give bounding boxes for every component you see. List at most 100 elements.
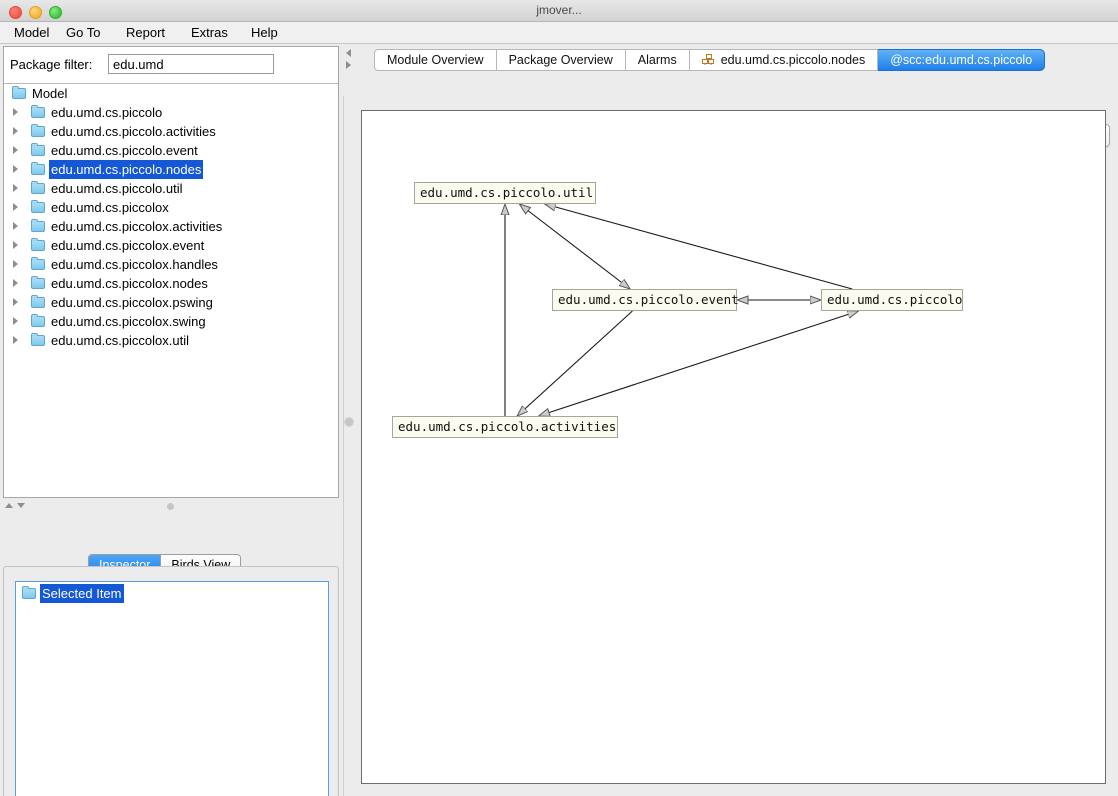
menu-report[interactable]: Report [120,22,171,44]
folder-icon [31,124,45,137]
inspector-content[interactable]: Selected Item [15,581,329,796]
expand-triangle-icon[interactable] [13,165,18,173]
tree-item-label: edu.umd.cs.piccolox.pswing [51,295,213,310]
graph-node-label: edu.umd.cs.piccolo.activities [398,419,617,434]
splitter-grip-icon[interactable] [167,503,174,510]
folder-icon [31,105,45,118]
splitter-collapse-left-icon[interactable] [346,49,351,57]
tree-row[interactable]: edu.umd.cs.piccolox.activities [4,217,338,236]
tab-label: Module Overview [387,52,484,67]
folder-icon [31,143,45,156]
tree-item-label: edu.umd.cs.piccolox.util [51,333,190,348]
graph-node[interactable]: edu.umd.cs.piccolo.activities [392,416,618,438]
splitter-collapse-down-icon[interactable] [17,503,25,508]
folder-icon [31,200,45,213]
tab-4[interactable]: @scc:edu.umd.cs.piccolo [878,49,1046,71]
tab-label: Alarms [637,52,677,67]
tree-item-label: edu.umd.cs.piccolo.util [51,181,183,196]
graph-toolbar: Scale: 100% [360,82,1118,147]
menu-go-to[interactable]: Go To [60,22,106,44]
splitter-grip-icon[interactable] [344,417,354,427]
menu-bar: Model Go To Report Extras Help [0,22,1118,44]
tree-item-label: edu.umd.cs.piccolo.activities [51,124,216,139]
tree-item-label: edu.umd.cs.piccolox.handles [51,257,218,272]
expand-triangle-icon[interactable] [13,127,18,135]
dependency-graph [362,111,1106,784]
folder-icon [22,586,36,599]
folder-icon [31,295,45,308]
graph-node-label: edu.umd.cs.piccolo.util [420,185,594,200]
tree-row[interactable]: edu.umd.cs.piccolo.nodes [4,160,338,179]
inspector-selected-row[interactable]: Selected Item [16,584,328,603]
tree-item-label: edu.umd.cs.piccolox [51,200,169,215]
tree-row[interactable]: edu.umd.cs.piccolo.util [4,179,338,198]
tree-item-label: edu.umd.cs.piccolo [51,105,163,120]
graph-node-label: edu.umd.cs.piccolo.event [558,292,739,307]
menu-model[interactable]: Model [8,22,55,44]
menu-help[interactable]: Help [245,22,284,44]
expand-triangle-icon[interactable] [13,260,18,268]
expand-triangle-icon[interactable] [13,108,18,116]
tree-row-root[interactable]: Model [4,84,338,103]
splitter-collapse-up-icon[interactable] [5,503,13,508]
expand-triangle-icon[interactable] [13,298,18,306]
expand-triangle-icon[interactable] [13,317,18,325]
graph-node-label: edu.umd.cs.piccolo [827,292,963,307]
title-bar: jmover... [0,0,1118,22]
tree-item-label: edu.umd.cs.piccolox.nodes [51,276,208,291]
folder-icon [31,257,45,270]
tree-row[interactable]: edu.umd.cs.piccolox.pswing [4,293,338,312]
package-tree[interactable]: Model edu.umd.cs.piccolo edu.umd.cs.picco… [4,84,338,497]
expand-triangle-icon[interactable] [13,222,18,230]
tree-item-label: edu.umd.cs.piccolox.swing [51,314,206,329]
expand-triangle-icon[interactable] [13,241,18,249]
folder-icon [31,333,45,346]
tab-3[interactable]: edu.umd.cs.piccolo.nodes [689,49,879,71]
tab-label: @scc:edu.umd.cs.piccolo [890,52,1033,67]
inspector-panel: Selected Item [3,566,339,796]
folder-icon [12,86,26,99]
folder-icon [31,181,45,194]
tab-2[interactable]: Alarms [625,49,690,71]
graph-canvas[interactable]: edu.umd.cs.piccolo.util edu.umd.cs.piccol… [361,110,1106,784]
package-filter-input[interactable] [108,54,274,74]
tree-row[interactable]: edu.umd.cs.piccolo.event [4,141,338,160]
expand-triangle-icon[interactable] [13,146,18,154]
graph-node[interactable]: edu.umd.cs.piccolo [821,289,963,311]
folder-icon [31,314,45,327]
horizontal-splitter[interactable] [3,500,339,512]
left-panel: Package filter: Model edu.umd.cs.piccolo… [0,44,342,796]
tree-row[interactable]: edu.umd.cs.piccolox.event [4,236,338,255]
selected-item-label: Selected Item [40,584,124,603]
folder-icon [31,238,45,251]
tree-row[interactable]: edu.umd.cs.piccolo.activities [4,122,338,141]
graph-node[interactable]: edu.umd.cs.piccolo.util [414,182,596,204]
folder-icon [31,219,45,232]
tree-row[interactable]: edu.umd.cs.piccolox [4,198,338,217]
tree-row[interactable]: edu.umd.cs.piccolox.swing [4,312,338,331]
graph-edge [517,310,633,416]
package-filter-label: Package filter: [10,57,93,72]
tree-row[interactable]: edu.umd.cs.piccolox.util [4,331,338,350]
package-tree-panel: Package filter: Model edu.umd.cs.piccolo… [3,46,339,498]
tree-item-label: edu.umd.cs.piccolox.activities [51,219,223,234]
tab-0[interactable]: Module Overview [374,49,497,71]
graph-node[interactable]: edu.umd.cs.piccolo.event [552,289,739,311]
package-filter-row: Package filter: [4,47,338,83]
expand-triangle-icon[interactable] [13,203,18,211]
expand-triangle-icon[interactable] [13,184,18,192]
tab-1[interactable]: Package Overview [496,49,626,71]
tree-item-label: edu.umd.cs.piccolo.nodes [49,160,204,179]
graph-edge [539,311,859,416]
splitter-collapse-right-icon[interactable] [346,61,351,69]
vertical-splitter[interactable] [342,44,360,796]
tree-row[interactable]: edu.umd.cs.piccolox.nodes [4,274,338,293]
tree-row[interactable]: edu.umd.cs.piccolo [4,103,338,122]
expand-triangle-icon[interactable] [13,336,18,344]
expand-triangle-icon[interactable] [13,279,18,287]
application-window: jmover... Model Go To Report Extras Help… [0,0,1118,796]
menu-extras[interactable]: Extras [185,22,234,44]
folder-icon [31,276,45,289]
right-panel: Module Overview Package Overview Alarms edu… [360,44,1118,796]
tree-row[interactable]: edu.umd.cs.piccolox.handles [4,255,338,274]
